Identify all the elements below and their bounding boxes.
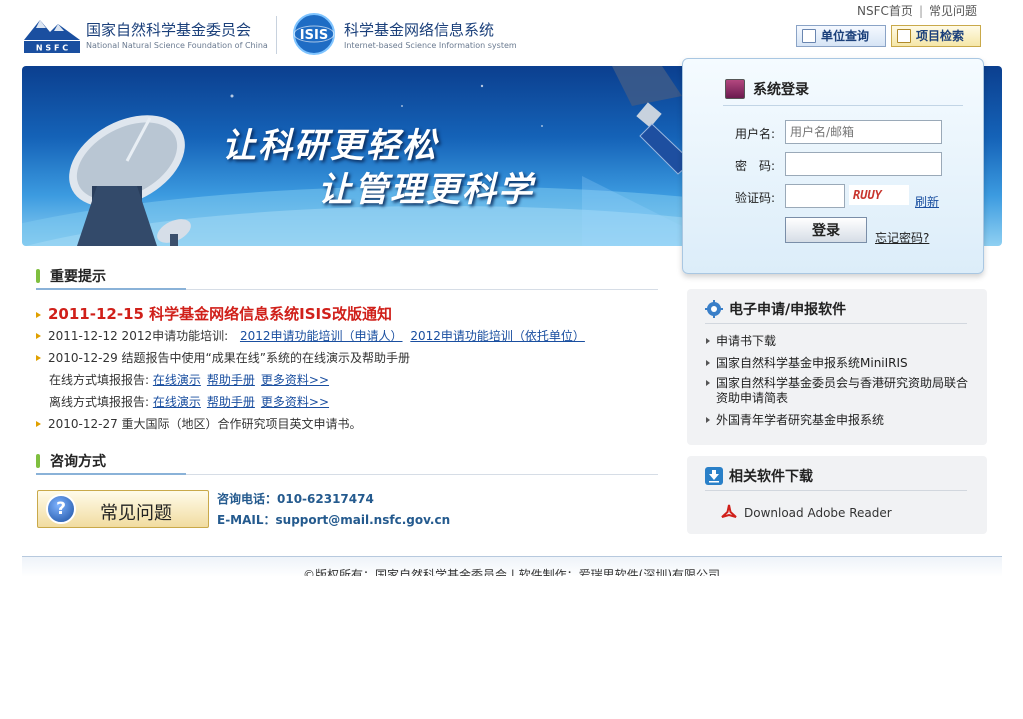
- bullet-icon: [36, 355, 41, 361]
- software-download-box: 相关软件下载 Download Adobe Reader: [687, 456, 987, 534]
- forgot-password-link[interactable]: 忘记密码?: [875, 229, 929, 246]
- contact-email: E-MAIL：support@mail.nsfc.gov.cn: [217, 513, 451, 527]
- isis-name-cn: 科学基金网络信息系统: [344, 21, 495, 39]
- project-search-label: 项目检索: [916, 29, 965, 43]
- login-button[interactable]: 登录: [785, 217, 867, 243]
- offline-report-label: 离线方式填报报告:: [49, 395, 150, 409]
- banner-slogan-2: 让管理更科学: [318, 170, 534, 210]
- section-marker: [36, 269, 40, 283]
- nsfc-name-en: National Natural Science Foundation of C…: [86, 41, 268, 50]
- banner-slogan-1: 让科研更轻松: [222, 126, 438, 166]
- notice-headline[interactable]: 2011-12-15 科学基金网络信息系统ISIS改版通知: [48, 305, 392, 323]
- sidebar-item[interactable]: 外国青年学者研究基金申报系统: [706, 413, 966, 428]
- password-label: 密 码:: [734, 159, 775, 173]
- bullet-icon: [706, 360, 710, 366]
- nsfc-logo-letters: N S F C: [36, 44, 68, 53]
- question-icon: ?: [46, 494, 76, 524]
- bullet-icon: [36, 333, 41, 339]
- contact-phone: 咨询电话：010-62317474: [217, 492, 374, 506]
- isis-name-en: Internet-based Science Information syste…: [344, 41, 517, 50]
- online-report-row: 在线方式填报报告: 在线演示 帮助手册 更多资料>>: [49, 371, 335, 388]
- online-demo-link[interactable]: 在线演示: [153, 373, 201, 387]
- isis-logo-text: ISIS: [300, 28, 328, 43]
- login-panel: 系统登录 用户名: 密 码: 验证码: RUUY 刷新 登录 忘记密码?: [682, 58, 984, 274]
- notice-item-text[interactable]: 2010-12-27 重大国际（地区）合作研究项目英文申请书。: [48, 417, 362, 431]
- contact-section-title: 咨询方式: [36, 451, 658, 475]
- nsfc-home-link[interactable]: NSFC首页: [857, 4, 913, 18]
- bullet-icon: [706, 380, 710, 386]
- captcha-label: 验证码:: [734, 191, 775, 205]
- unit-query-button[interactable]: 单位查询: [796, 25, 886, 47]
- project-search-button[interactable]: 项目检索: [891, 25, 981, 47]
- offline-report-row: 离线方式填报报告: 在线演示 帮助手册 更多资料>>: [49, 393, 335, 410]
- sidebar-item[interactable]: 国家自然科学基金委员会与香港研究资助局联合资助申请简表: [706, 376, 972, 406]
- faq-top-link[interactable]: 常见问题: [929, 4, 977, 18]
- section-marker: [36, 454, 40, 468]
- search-icon: [897, 29, 911, 43]
- notices-title: 重要提示: [50, 269, 106, 285]
- nsfc-logo-icon[interactable]: N S F C: [22, 14, 82, 54]
- isis-logo-icon[interactable]: ISIS: [292, 12, 336, 56]
- sidebar-item[interactable]: 申请书下载: [706, 334, 966, 349]
- captcha-input[interactable]: [785, 184, 845, 208]
- help-manual-link[interactable]: 帮助手册: [207, 395, 255, 409]
- captcha-image: RUUY: [849, 185, 909, 205]
- nsfc-name-cn: 国家自然科学基金委员会: [86, 21, 252, 39]
- contact-title: 咨询方式: [50, 454, 106, 470]
- notice-item: 2010-12-29 结题报告中使用“成果在线”系统的在线演示及帮助手册: [36, 349, 410, 366]
- search-icon: [802, 29, 816, 43]
- gear-icon: [705, 300, 723, 318]
- training-applicant-link[interactable]: 2012申请功能培训（申请人）: [240, 329, 403, 343]
- bullet-icon: [36, 421, 41, 427]
- more-info-link[interactable]: 更多资料>>: [261, 395, 329, 409]
- download-title: 相关软件下载: [729, 469, 813, 485]
- footer-copyright: ©版权所有：国家自然科学基金委员会 | 软件制作：爱瑞思软件(深圳)有限公司: [302, 568, 721, 576]
- top-links: NSFC首页 | 常见问题: [857, 4, 977, 18]
- notice-item-text: 2011-12-12 2012申请功能培训:: [48, 329, 229, 343]
- sidebar-item[interactable]: 国家自然科学基金申报系统MiniIRIS: [706, 356, 966, 371]
- pdf-icon: [721, 504, 737, 518]
- training-institution-link[interactable]: 2012申请功能培训（依托单位）: [410, 329, 585, 343]
- e-apply-box: 电子申请/申报软件 申请书下载 国家自然科学基金申报系统MiniIRIS 国家自…: [687, 289, 987, 445]
- download-icon: [705, 467, 723, 485]
- e-apply-title: 电子申请/申报软件: [729, 302, 847, 318]
- login-divider: [723, 105, 963, 106]
- bullet-icon: [706, 417, 710, 423]
- notice-item-text: 2010-12-29 结题报告中使用“成果在线”系统的在线演示及帮助手册: [48, 351, 410, 365]
- notices-section-title: 重要提示: [36, 266, 658, 290]
- captcha-refresh-link[interactable]: 刷新: [915, 193, 939, 210]
- faq-button-label: 常见问题: [100, 503, 172, 524]
- online-demo-link[interactable]: 在线演示: [153, 395, 201, 409]
- bullet-icon: [36, 312, 41, 318]
- logo-divider: [276, 16, 277, 54]
- notice-item: 2011-12-12 2012申请功能培训: 2012申请功能培训（申请人） 2…: [36, 327, 585, 344]
- login-icon: [725, 79, 745, 99]
- login-title: 系统登录: [753, 82, 809, 98]
- password-input[interactable]: [785, 152, 942, 176]
- username-input[interactable]: [785, 120, 942, 144]
- adobe-reader-link[interactable]: Download Adobe Reader: [744, 506, 892, 520]
- notice-item[interactable]: 2010-12-27 重大国际（地区）合作研究项目英文申请书。: [36, 415, 362, 432]
- notice-headline-item[interactable]: 2011-12-15 科学基金网络信息系统ISIS改版通知: [36, 303, 392, 324]
- unit-query-label: 单位查询: [821, 29, 870, 43]
- faq-button[interactable]: ? 常见问题: [37, 490, 209, 528]
- bullet-icon: [706, 338, 710, 344]
- header: N S F C 国家自然科学基金委员会 National Natural Sci…: [0, 0, 1023, 64]
- online-report-label: 在线方式填报报告:: [49, 373, 150, 387]
- help-manual-link[interactable]: 帮助手册: [207, 373, 255, 387]
- username-label: 用户名:: [734, 127, 775, 141]
- more-info-link[interactable]: 更多资料>>: [261, 373, 329, 387]
